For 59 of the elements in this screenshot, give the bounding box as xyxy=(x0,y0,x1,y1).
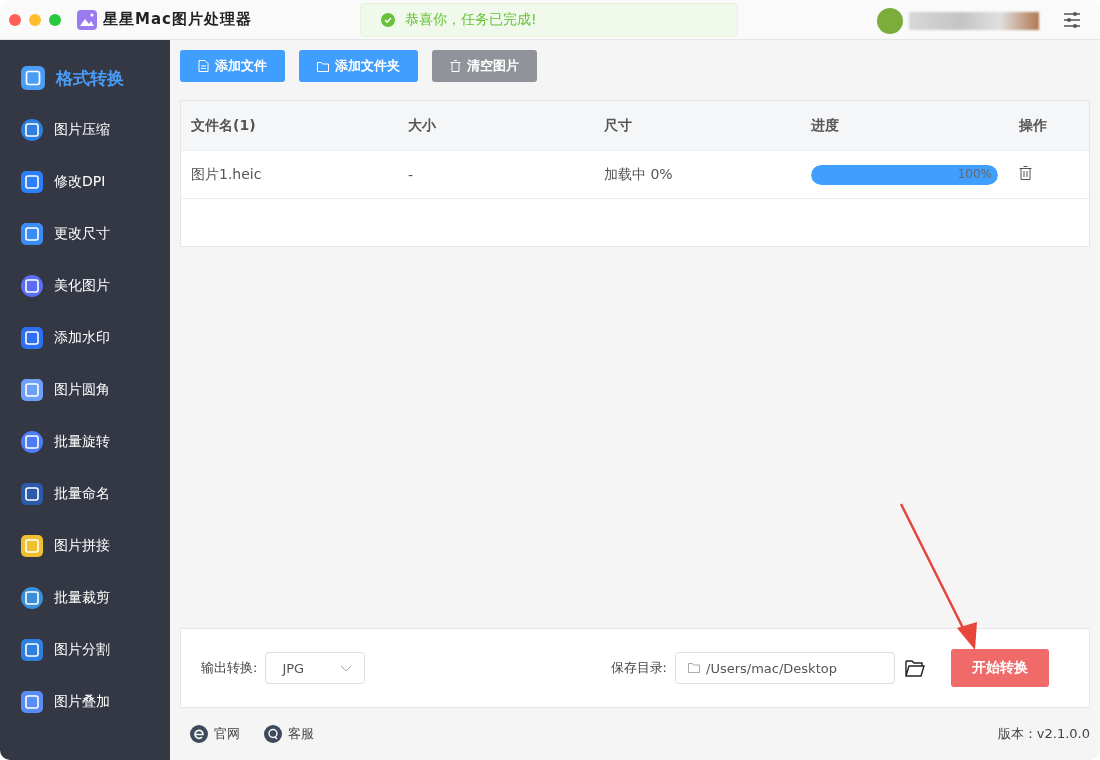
app-logo-icon xyxy=(77,9,97,30)
chevron-down-icon xyxy=(340,664,353,672)
file-icon xyxy=(198,60,209,72)
tool-icon xyxy=(20,326,44,350)
save-path-field[interactable]: /Users/mac/Desktop xyxy=(675,652,895,684)
settings-icon[interactable] xyxy=(1063,10,1081,29)
tool-icon xyxy=(20,638,44,662)
folder-icon xyxy=(688,663,700,673)
tool-icon xyxy=(20,534,44,558)
tool-icon xyxy=(20,430,44,454)
version-text: 版本：v2.1.0.0 xyxy=(997,725,1090,743)
tool-icon xyxy=(20,274,44,298)
footer-link[interactable]: 官网 xyxy=(190,725,240,743)
tool-icon xyxy=(20,586,44,610)
check-circle-icon xyxy=(381,13,395,27)
output-format-label: 输出转换: xyxy=(201,659,258,677)
sidebar-item[interactable]: 图片分割 xyxy=(0,624,170,676)
sidebar-item[interactable]: 图片拼接 xyxy=(0,520,170,572)
column-header: 操作 xyxy=(1018,116,1048,135)
column-header: 文件名(1) xyxy=(190,116,257,135)
sidebar-item[interactable]: 格式转换 xyxy=(0,52,170,104)
sidebar-item[interactable]: 更改尺寸 xyxy=(0,208,170,260)
sidebar-item[interactable]: 批量命名 xyxy=(0,468,170,520)
tool-icon xyxy=(20,378,44,402)
open-folder-icon[interactable] xyxy=(905,659,925,677)
browser-icon xyxy=(190,725,208,743)
minimize-icon[interactable] xyxy=(29,13,41,26)
progress-reading: 100% xyxy=(957,166,992,181)
column-header: 大小 xyxy=(407,116,437,135)
sidebar-item[interactable]: 批量裁剪 xyxy=(0,572,170,624)
format-dropdown[interactable]: JPG xyxy=(265,652,366,684)
tool-icon xyxy=(20,170,44,194)
avatar-circle[interactable] xyxy=(877,8,903,34)
tool-icon xyxy=(20,118,44,142)
save-directory-label: 保存目录: xyxy=(610,659,667,677)
toast-message: 恭喜你，任务已完成! xyxy=(405,11,537,29)
footer-link[interactable]: 客服 xyxy=(264,725,314,743)
window-title: 星星Mac图片处理器 xyxy=(103,10,252,29)
sidebar-item[interactable]: 图片圆角 xyxy=(0,364,170,416)
table-cell-text: - xyxy=(407,166,415,183)
column-header: 尺寸 xyxy=(603,116,633,135)
tool-icon xyxy=(20,65,46,91)
tool-icon xyxy=(20,482,44,506)
table-cell-text: 图片1.heic xyxy=(190,165,263,184)
sidebar-item[interactable]: 图片叠加 xyxy=(0,676,170,728)
sidebar-item[interactable]: 添加水印 xyxy=(0,312,170,364)
table-cell-text: 加载中 0% xyxy=(603,165,674,184)
sidebar-item[interactable]: 美化图片 xyxy=(0,260,170,312)
tool-icon xyxy=(20,222,44,246)
column-header: 进度 xyxy=(810,116,840,135)
sidebar-item[interactable]: 批量旋转 xyxy=(0,416,170,468)
zoom-icon[interactable] xyxy=(49,13,61,26)
sidebar-item[interactable]: 修改DPI xyxy=(0,156,170,208)
trash-icon[interactable] xyxy=(1019,166,1032,180)
folder-icon xyxy=(317,60,329,72)
close-icon[interactable] xyxy=(9,13,21,26)
trash-icon xyxy=(450,60,461,72)
tool-icon xyxy=(20,690,44,714)
sidebar-item[interactable]: 图片压缩 xyxy=(0,104,170,156)
